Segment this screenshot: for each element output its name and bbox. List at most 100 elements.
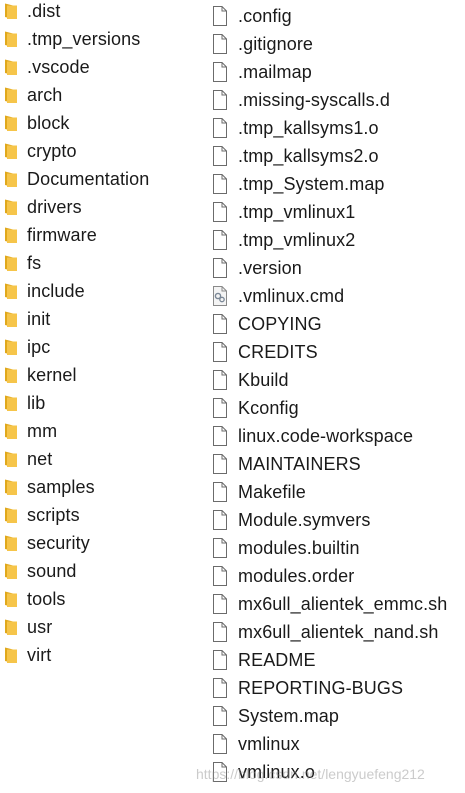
file-item-vmlinux-cmd[interactable]: .vmlinux.cmd [212, 282, 465, 310]
file-item-config[interactable]: .config [212, 2, 465, 30]
folder-icon [4, 254, 18, 272]
folder-item-dist[interactable]: .dist [4, 0, 204, 25]
file-item-linux-code-workspace[interactable]: linux.code-workspace [212, 422, 465, 450]
file-name: .tmp_vmlinux1 [238, 202, 356, 222]
file-name: .config [238, 6, 292, 26]
file-item-maintainers[interactable]: MAINTAINERS [212, 450, 465, 478]
file-icon [212, 622, 228, 642]
folder-icon [4, 646, 18, 664]
folder-icon [4, 114, 18, 132]
file-name: .gitignore [238, 34, 314, 54]
file-name: .tmp_vmlinux2 [238, 230, 356, 250]
file-name: System.map [238, 706, 340, 726]
folder-item-arch[interactable]: arch [4, 81, 204, 109]
file-item-missing-syscalls-d[interactable]: .missing-syscalls.d [212, 86, 465, 114]
file-icon [212, 230, 228, 250]
file-name: .vmlinux.cmd [238, 286, 345, 306]
file-item-tmp-vmlinux1[interactable]: .tmp_vmlinux1 [212, 198, 465, 226]
file-item-credits[interactable]: CREDITS [212, 338, 465, 366]
file-name: Module.symvers [238, 510, 371, 530]
folder-item-virt[interactable]: virt [4, 641, 204, 669]
folder-icon [4, 2, 18, 20]
folder-item-scripts[interactable]: scripts [4, 501, 204, 529]
file-item-makefile[interactable]: Makefile [212, 478, 465, 506]
folder-item-tmp-versions[interactable]: .tmp_versions [4, 25, 204, 53]
folder-item-include[interactable]: include [4, 277, 204, 305]
file-item-tmp-kallsyms1-o[interactable]: .tmp_kallsyms1.o [212, 114, 465, 142]
folder-icon [4, 394, 18, 412]
file-icon [212, 146, 228, 166]
file-icon [212, 118, 228, 138]
folder-list: .dist .tmp_versions .vscode arch block crypto… [4, 0, 204, 669]
file-icon [212, 762, 228, 782]
cmd-file-icon [212, 286, 228, 306]
folder-icon [4, 366, 18, 384]
file-icon [212, 62, 228, 82]
file-name: .tmp_kallsyms1.o [238, 118, 379, 138]
folder-item-documentation[interactable]: Documentation [4, 165, 204, 193]
file-name: MAINTAINERS [238, 454, 361, 474]
file-icon [212, 566, 228, 586]
file-icon [212, 426, 228, 446]
file-icon [212, 594, 228, 614]
folder-item-init[interactable]: init [4, 305, 204, 333]
file-icon [212, 706, 228, 726]
file-name: .tmp_System.map [238, 174, 385, 194]
folder-icon [4, 590, 18, 608]
folder-item-ipc[interactable]: ipc [4, 333, 204, 361]
folder-item-kernel[interactable]: kernel [4, 361, 204, 389]
file-name: Kbuild [238, 370, 289, 390]
file-item-vmlinux-o[interactable]: vmlinux.o [212, 758, 465, 786]
folder-name: arch [27, 85, 63, 105]
file-item-modules-order[interactable]: modules.order [212, 562, 465, 590]
file-name: mx6ull_alientek_emmc.sh [238, 594, 448, 614]
folder-item-mm[interactable]: mm [4, 417, 204, 445]
folder-item-sound[interactable]: sound [4, 557, 204, 585]
file-icon [212, 258, 228, 278]
folder-item-block[interactable]: block [4, 109, 204, 137]
folder-item-drivers[interactable]: drivers [4, 193, 204, 221]
folder-name: .tmp_versions [27, 29, 141, 49]
file-item-reporting-bugs[interactable]: REPORTING-BUGS [212, 674, 465, 702]
file-item-gitignore[interactable]: .gitignore [212, 30, 465, 58]
folder-item-lib[interactable]: lib [4, 389, 204, 417]
folder-item-net[interactable]: net [4, 445, 204, 473]
file-item-tmp-kallsyms2-o[interactable]: .tmp_kallsyms2.o [212, 142, 465, 170]
file-item-kbuild[interactable]: Kbuild [212, 366, 465, 394]
folder-name: tools [27, 589, 66, 609]
folder-item-security[interactable]: security [4, 529, 204, 557]
file-icon [212, 342, 228, 362]
file-name: vmlinux [238, 734, 300, 754]
folder-name: virt [27, 645, 52, 665]
folder-item-fs[interactable]: fs [4, 249, 204, 277]
folder-icon [4, 478, 18, 496]
folder-icon [4, 310, 18, 328]
folder-item-samples[interactable]: samples [4, 473, 204, 501]
folder-item-firmware[interactable]: firmware [4, 221, 204, 249]
file-item-module-symvers[interactable]: Module.symvers [212, 506, 465, 534]
file-item-system-map[interactable]: System.map [212, 702, 465, 730]
folder-item-crypto[interactable]: crypto [4, 137, 204, 165]
file-item-modules-builtin[interactable]: modules.builtin [212, 534, 465, 562]
folder-icon [4, 226, 18, 244]
folder-item-tools[interactable]: tools [4, 585, 204, 613]
folder-item-vscode[interactable]: .vscode [4, 53, 204, 81]
file-item-vmlinux[interactable]: vmlinux [212, 730, 465, 758]
folder-name: firmware [27, 225, 97, 245]
file-item-mailmap[interactable]: .mailmap [212, 58, 465, 86]
file-item-mx6ull-alientek-emmc-sh[interactable]: mx6ull_alientek_emmc.sh [212, 590, 465, 618]
folder-name: fs [27, 253, 42, 273]
file-item-copying[interactable]: COPYING [212, 310, 465, 338]
file-item-tmp-vmlinux2[interactable]: .tmp_vmlinux2 [212, 226, 465, 254]
file-item-tmp-system-map[interactable]: .tmp_System.map [212, 170, 465, 198]
file-item-kconfig[interactable]: Kconfig [212, 394, 465, 422]
file-name: Makefile [238, 482, 306, 502]
folder-icon [4, 58, 18, 76]
folder-item-usr[interactable]: usr [4, 613, 204, 641]
file-item-version[interactable]: .version [212, 254, 465, 282]
file-item-mx6ull-alientek-nand-sh[interactable]: mx6ull_alientek_nand.sh [212, 618, 465, 646]
folder-name: scripts [27, 505, 80, 525]
folder-name: mm [27, 421, 58, 441]
file-icon [212, 678, 228, 698]
file-item-readme[interactable]: README [212, 646, 465, 674]
